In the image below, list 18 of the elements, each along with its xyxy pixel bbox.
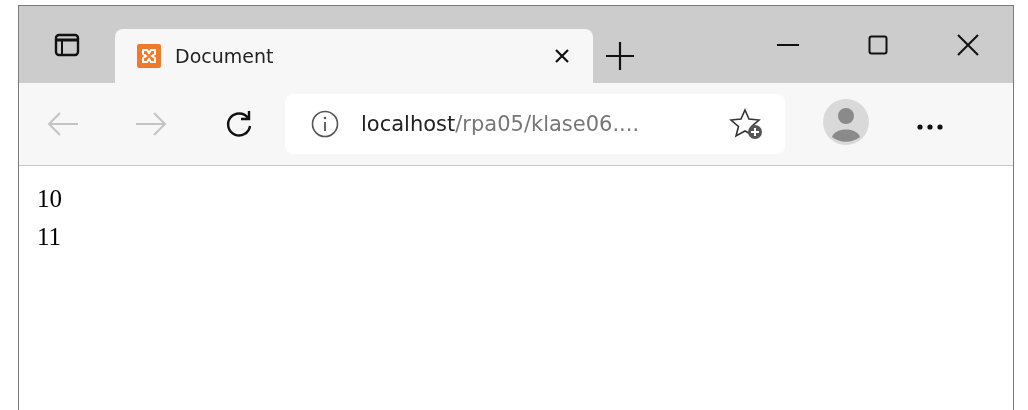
- new-tab-icon[interactable]: [605, 41, 635, 71]
- favorite-star-icon[interactable]: [729, 108, 765, 140]
- close-icon[interactable]: [957, 33, 979, 56]
- sidebar-icon[interactable]: [54, 32, 80, 57]
- minimize-icon[interactable]: [777, 42, 799, 47]
- tab-title: Document: [175, 45, 275, 67]
- info-icon[interactable]: [311, 110, 339, 138]
- maximize-icon[interactable]: [868, 34, 888, 55]
- close-icon[interactable]: [553, 47, 571, 65]
- app-logo-icon: [137, 44, 161, 68]
- browser-tab[interactable]: Document: [115, 29, 593, 83]
- address-bar[interactable]: localhost/rpa05/klase06....: [285, 94, 785, 154]
- page-text: 11: [37, 223, 62, 250]
- refresh-icon[interactable]: [224, 109, 254, 139]
- more-menu-icon[interactable]: [917, 123, 943, 130]
- page-text: 10: [37, 185, 62, 212]
- profile-avatar-icon[interactable]: [823, 99, 869, 145]
- url-text: localhost/rpa05/klase06....: [361, 112, 641, 136]
